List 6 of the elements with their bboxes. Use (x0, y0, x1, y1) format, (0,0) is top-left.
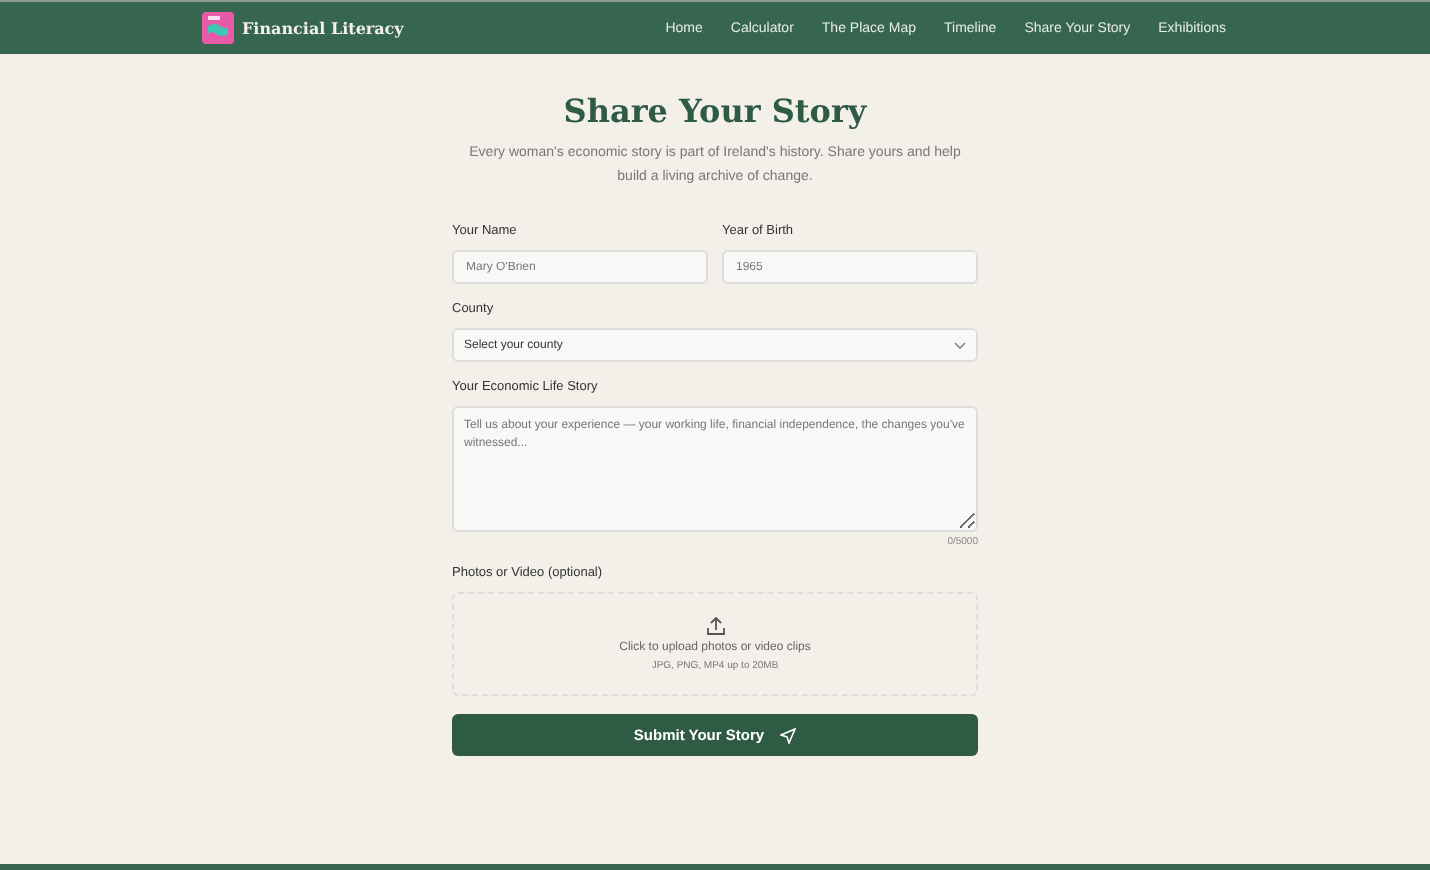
logo-icon (202, 12, 234, 44)
upload-icon (705, 616, 725, 636)
send-icon (780, 727, 797, 743)
page-title: Share Your Story (561, 92, 869, 130)
chevron-icon (954, 341, 966, 349)
brand-name[interactable]: Financial Literacy (242, 18, 404, 38)
